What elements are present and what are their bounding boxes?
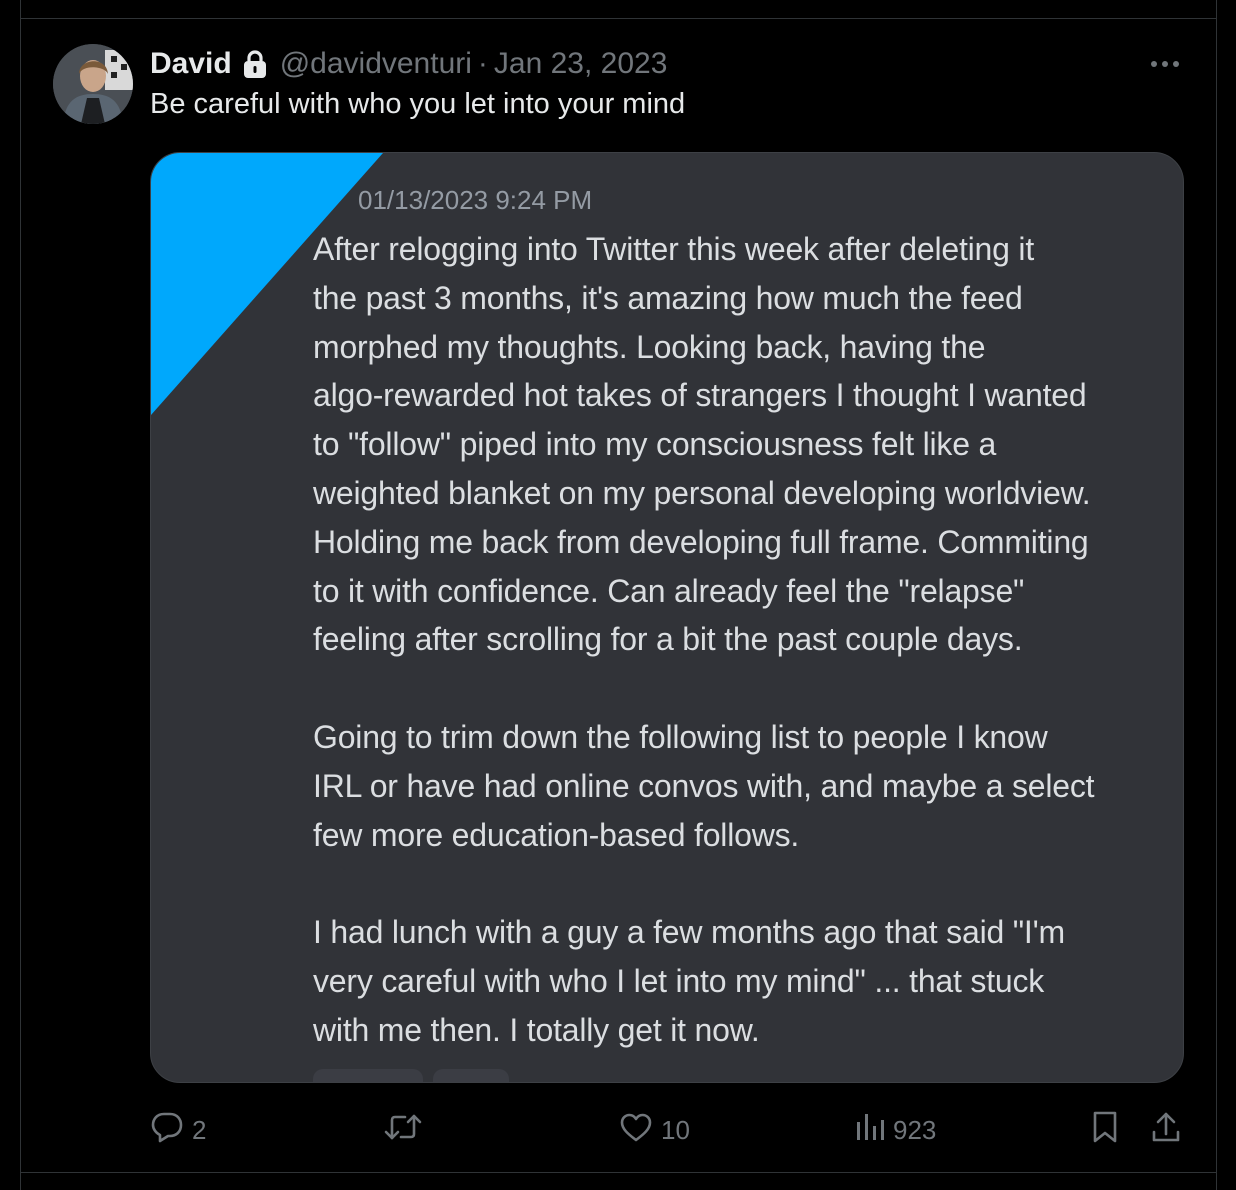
timeline-border-left	[20, 0, 21, 1190]
reaction-pill	[313, 1069, 423, 1082]
tweet-header: David @davidventuri · Jan 23, 2023	[150, 44, 667, 84]
tweet-date[interactable]: Jan 23, 2023	[494, 47, 667, 81]
share-icon	[1150, 1110, 1182, 1151]
like-button[interactable]: 10	[619, 1108, 690, 1152]
tweet-media-image[interactable]: 01/13/2023 9:24 PM After relogging into …	[150, 152, 1184, 1083]
views-icon	[855, 1112, 885, 1149]
timeline-border-right	[1216, 0, 1217, 1190]
bookmark-icon	[1090, 1110, 1120, 1151]
lock-icon	[242, 49, 268, 79]
repost-icon	[384, 1112, 422, 1149]
reaction-pill	[433, 1069, 509, 1082]
repost-button[interactable]	[384, 1108, 430, 1152]
reply-icon	[150, 1111, 184, 1150]
reply-count: 2	[192, 1114, 207, 1145]
tweet-text: Be careful with who you let into your mi…	[150, 88, 686, 120]
avatar-image	[53, 44, 133, 124]
message-body: After relogging into Twitter this week a…	[313, 231, 1095, 1048]
like-count: 10	[661, 1114, 690, 1145]
reply-button[interactable]: 2	[150, 1108, 206, 1152]
display-name[interactable]: David	[150, 47, 232, 81]
avatar[interactable]	[53, 44, 133, 124]
views-button[interactable]: 923	[855, 1108, 936, 1152]
share-button[interactable]	[1150, 1108, 1182, 1152]
header-separator: ·	[477, 47, 488, 80]
views-count: 923	[893, 1114, 937, 1145]
more-icon[interactable]	[1145, 50, 1185, 78]
like-icon	[619, 1112, 653, 1149]
tweet-actions: 2 10 923	[0, 1108, 1236, 1152]
tweet-divider-top	[20, 18, 1217, 19]
user-handle[interactable]: @davidventuri	[280, 47, 472, 81]
bookmark-button[interactable]	[1090, 1108, 1120, 1152]
message-timestamp: 01/13/2023 9:24 PM	[358, 185, 593, 215]
tweet-divider-bottom	[20, 1172, 1217, 1173]
